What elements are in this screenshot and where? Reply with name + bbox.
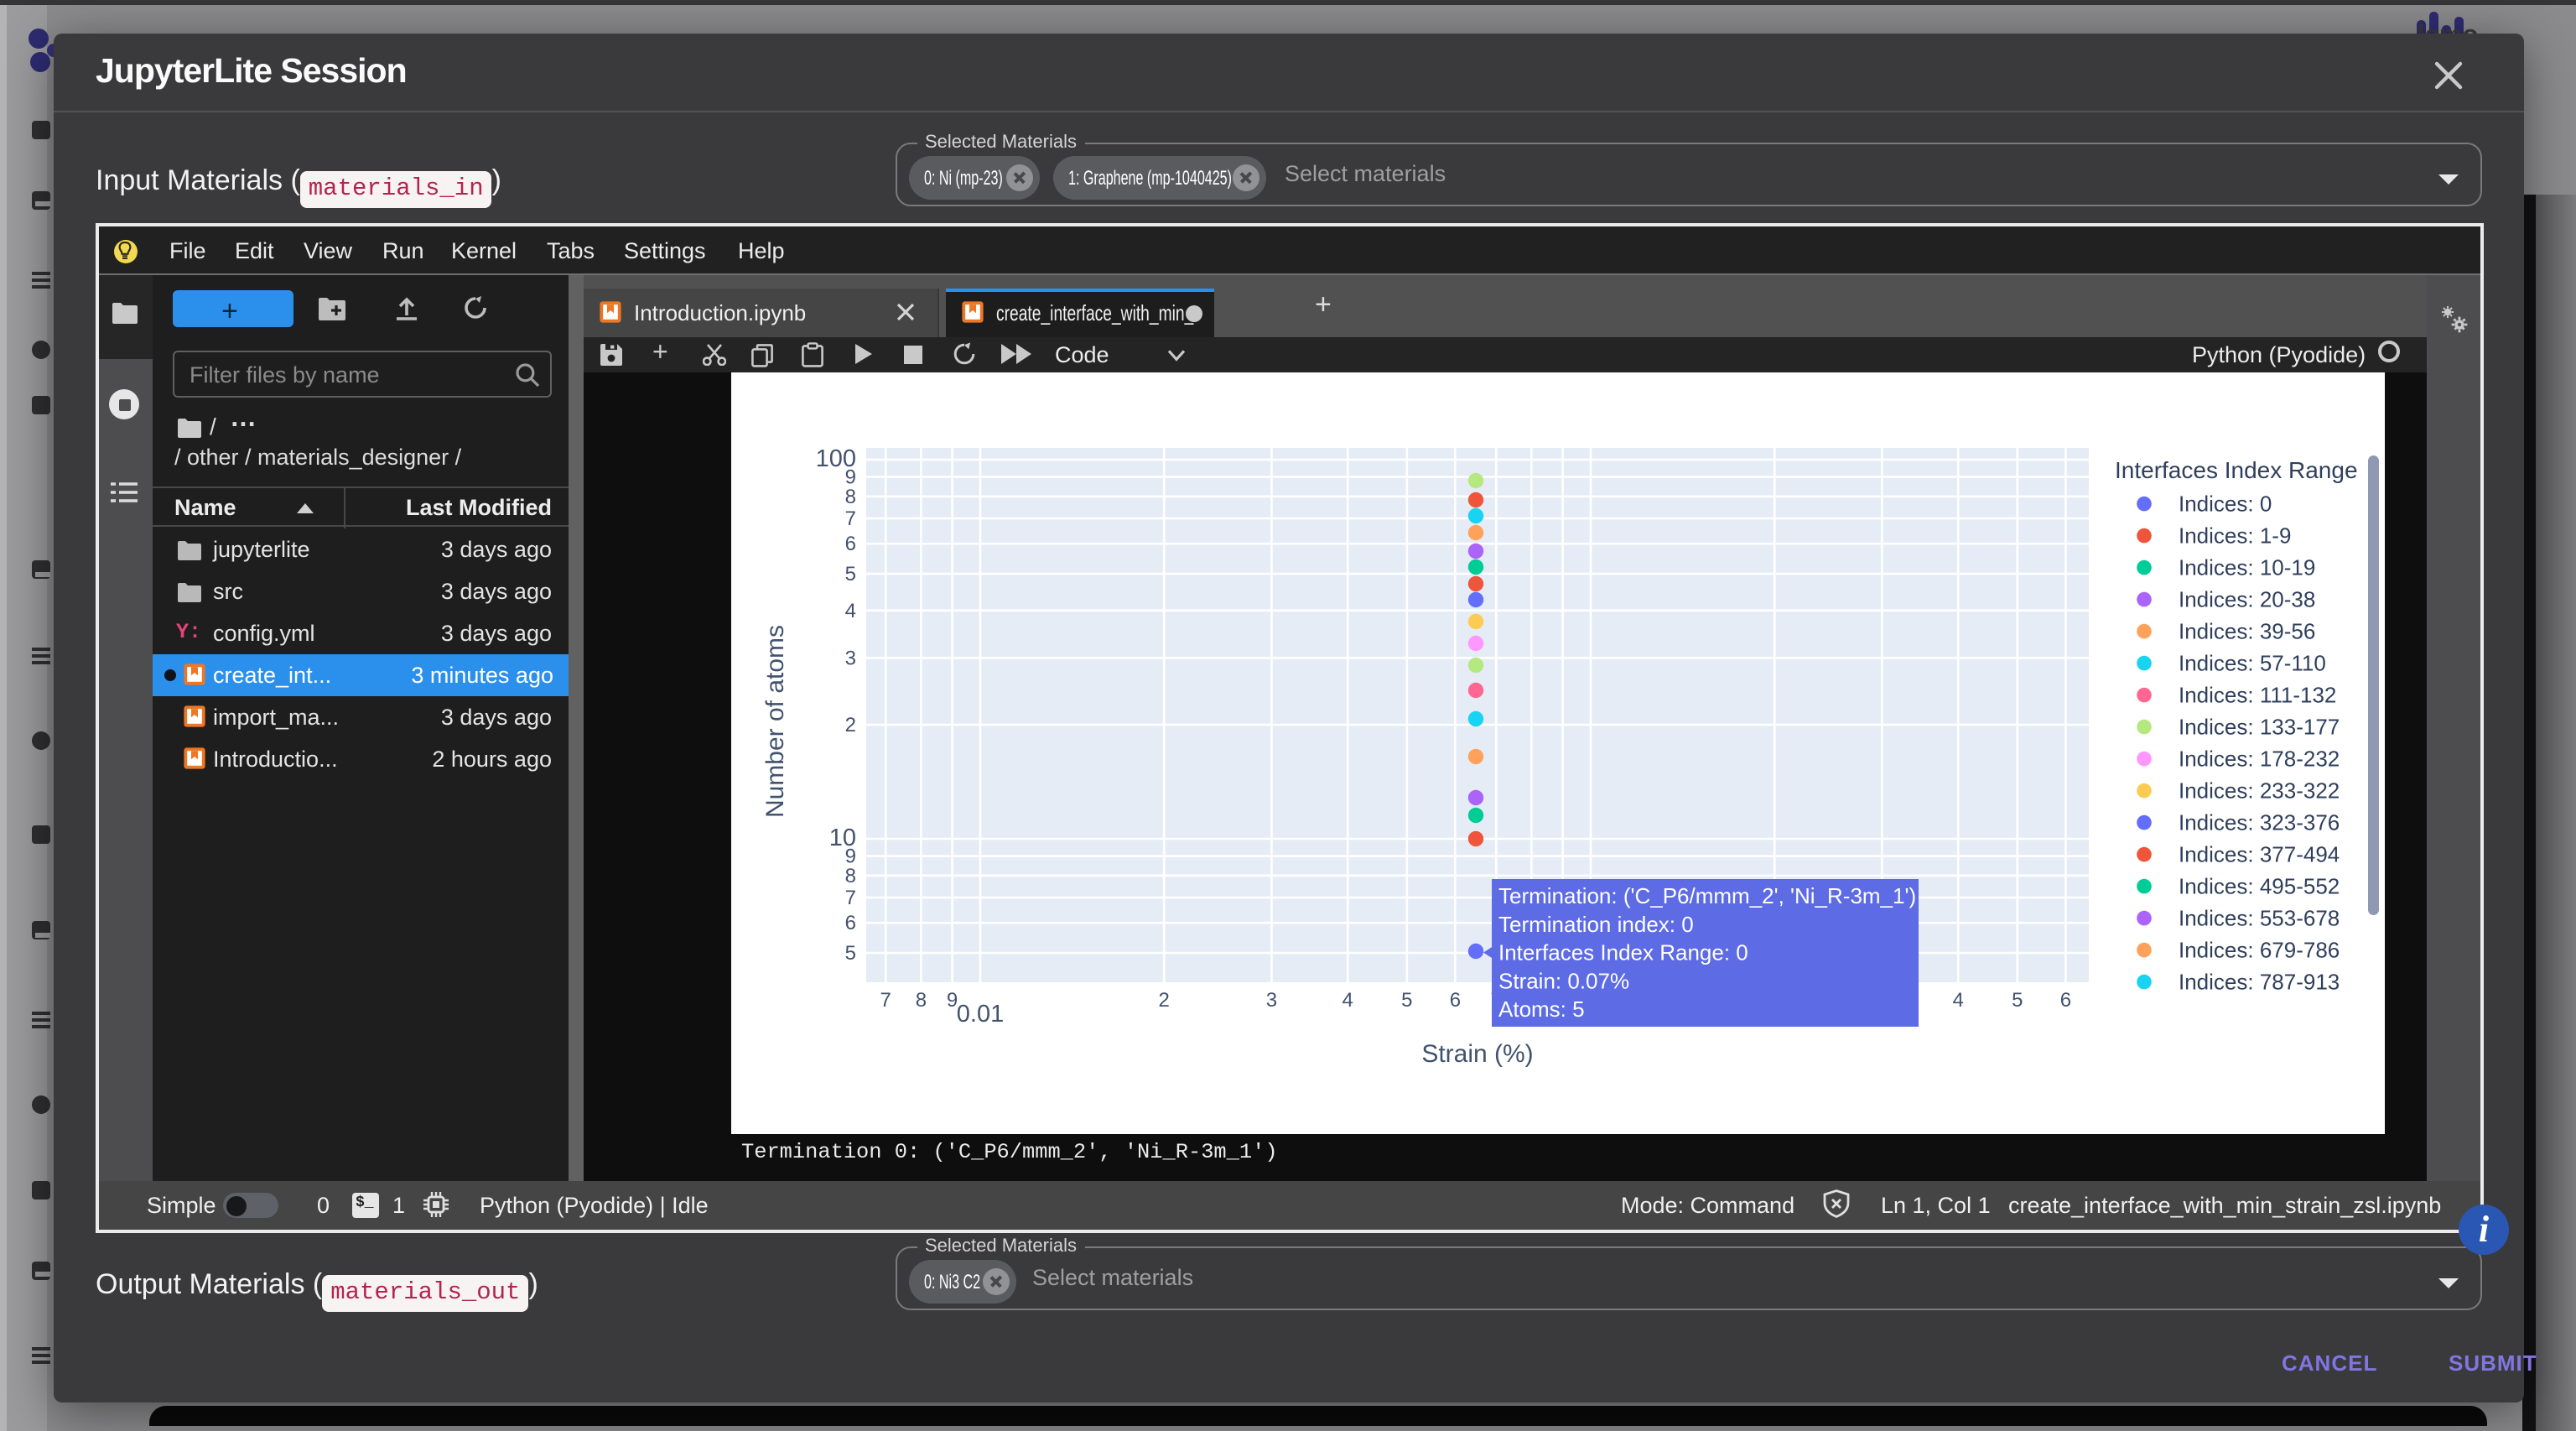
- svg-text:Indices: 0: Indices: 0: [2178, 491, 2271, 516]
- svg-text:Atoms: 5: Atoms: 5: [1498, 996, 1584, 1021]
- svg-text:3: 3: [1265, 988, 1276, 1011]
- svg-text:Strain (%): Strain (%): [1420, 1039, 1532, 1067]
- svg-text:Number of atoms: Number of atoms: [761, 624, 788, 817]
- svg-text:Indices: 495-552: Indices: 495-552: [2178, 873, 2339, 898]
- svg-text:7: 7: [880, 988, 891, 1011]
- svg-text:5: 5: [844, 941, 855, 964]
- svg-text:7: 7: [844, 507, 855, 529]
- svg-text:6: 6: [844, 911, 855, 934]
- svg-text:6: 6: [2059, 988, 2070, 1011]
- svg-text:7: 7: [844, 886, 855, 908]
- svg-text:5: 5: [1400, 988, 1411, 1011]
- svg-text:Indices: 133-177: Indices: 133-177: [2178, 714, 2339, 739]
- svg-text:Termination index: 0: Termination index: 0: [1498, 911, 1693, 936]
- svg-text:6: 6: [1449, 988, 1460, 1011]
- svg-text:4: 4: [1952, 988, 1963, 1011]
- svg-text:2: 2: [844, 713, 855, 736]
- svg-text:Indices: 233-322: Indices: 233-322: [2178, 778, 2339, 803]
- svg-text:8: 8: [915, 988, 926, 1011]
- svg-text:Indices: 553-678: Indices: 553-678: [2178, 905, 2339, 930]
- svg-text:8: 8: [844, 864, 855, 887]
- svg-text:3: 3: [844, 646, 855, 669]
- svg-text:Indices: 10-19: Indices: 10-19: [2178, 554, 2314, 580]
- svg-text:Indices: 377-494: Indices: 377-494: [2178, 841, 2339, 866]
- svg-text:Indices: 20-38: Indices: 20-38: [2178, 586, 2314, 611]
- svg-text:0.01: 0.01: [956, 1000, 1003, 1027]
- svg-text:4: 4: [1342, 988, 1353, 1011]
- svg-text:Indices: 57-110: Indices: 57-110: [2178, 650, 2325, 675]
- svg-text:Indices: 323-376: Indices: 323-376: [2178, 809, 2339, 835]
- svg-text:Interfaces Index Range: Interfaces Index Range: [2114, 456, 2357, 482]
- svg-text:8: 8: [844, 485, 855, 507]
- svg-text:Indices: 679-786: Indices: 679-786: [2178, 937, 2339, 962]
- svg-text:Indices: 1-9: Indices: 1-9: [2178, 523, 2290, 548]
- svg-text:Indices: 111-132: Indices: 111-132: [2178, 682, 2335, 707]
- svg-text:Termination: ('C_P6/mmm_2', 'N: Termination: ('C_P6/mmm_2', 'Ni_R-3m_1'): [1498, 882, 1915, 908]
- svg-text:6: 6: [844, 532, 855, 554]
- svg-text:Strain: 0.07%: Strain: 0.07%: [1498, 967, 1628, 992]
- svg-text:Indices: 178-232: Indices: 178-232: [2178, 746, 2339, 771]
- svg-text:Indices: 787-913: Indices: 787-913: [2178, 969, 2339, 994]
- svg-text:5: 5: [844, 562, 855, 585]
- svg-text:2: 2: [1158, 988, 1169, 1011]
- svg-text:Indices: 39-56: Indices: 39-56: [2178, 618, 2314, 643]
- svg-text:4: 4: [844, 599, 855, 622]
- svg-text:Interfaces Index Range: 0: Interfaces Index Range: 0: [1498, 939, 1748, 965]
- svg-text:5: 5: [2011, 988, 2022, 1011]
